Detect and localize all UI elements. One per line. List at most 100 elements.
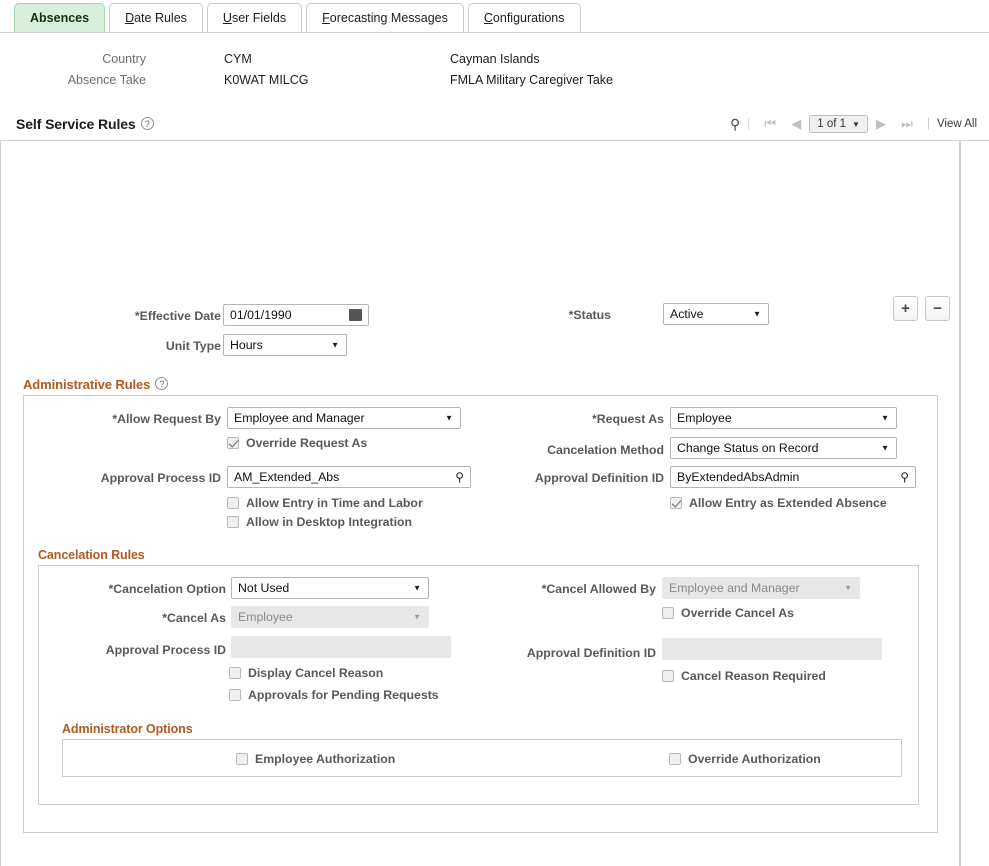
override-request-as-label: Override Request As — [246, 436, 368, 450]
approval-definition-id-input[interactable]: ByExtendedAbsAdmin ⚲ — [670, 466, 916, 488]
page-indicator-label: 1 of 1 — [817, 118, 847, 130]
request-as-select[interactable]: Employee ▼ — [670, 407, 897, 429]
approvals-pending-requests-label: Approvals for Pending Requests — [248, 688, 439, 702]
tab-user-fields-label: ser Fields — [231, 11, 287, 25]
cancel-reason-required-label: Cancel Reason Required — [681, 669, 826, 683]
cancelation-approval-definition-id-label: Approval Definition ID — [526, 646, 656, 660]
tab-configurations[interactable]: Configurations — [467, 3, 581, 32]
cancel-allowed-by-value: Employee and Manager — [669, 581, 800, 595]
tab-user-fields[interactable]: User Fields — [206, 3, 303, 32]
display-cancel-reason-checkbox[interactable]: Display Cancel Reason — [229, 666, 383, 680]
tab-absences[interactable]: Absences — [14, 3, 106, 32]
header-context-fields: Country CYM Cayman Islands Absence Take … — [0, 45, 989, 95]
self-service-rules-title: Self Service Rules? — [16, 116, 154, 132]
chevron-down-icon: ▼ — [413, 583, 421, 593]
approval-definition-id-label: Approval Definition ID — [534, 471, 664, 485]
tab-date-rules[interactable]: Date Rules — [109, 3, 203, 32]
cancelation-option-label: *Cancelation Option — [108, 582, 226, 596]
add-row-button[interactable]: + — [893, 296, 918, 321]
status-value: Active — [670, 307, 704, 321]
cancelation-rules-title: Cancelation Rules — [38, 548, 145, 562]
absence-take-label: Absence Take — [67, 73, 146, 87]
override-request-as-checkbox[interactable]: Override Request As — [227, 436, 367, 450]
approval-process-id-input[interactable]: AM_Extended_Abs ⚲ — [227, 466, 471, 488]
override-cancel-as-checkbox[interactable]: Override Cancel As — [662, 606, 794, 620]
status-select[interactable]: Active ▼ — [663, 303, 769, 325]
tab-configurations-accel: C — [483, 11, 493, 25]
cancel-as-value: Employee — [238, 610, 293, 624]
unit-type-value: Hours — [230, 338, 263, 352]
page-indicator[interactable]: 1 of 1 ▼ — [809, 115, 868, 133]
cancel-reason-required-checkbox[interactable]: Cancel Reason Required — [662, 669, 826, 683]
country-label: Country — [102, 52, 146, 66]
allow-desktop-integration-checkbox[interactable]: Allow in Desktop Integration — [227, 515, 412, 529]
allow-request-by-select[interactable]: Employee and Manager ▼ — [227, 407, 461, 429]
allow-entry-extended-absence-label: Allow Entry as Extended Absence — [689, 496, 887, 510]
peoplesoft-self-service-rules-page: Absences Date Rules User Fields Forecast… — [0, 0, 989, 866]
display-cancel-reason-label: Display Cancel Reason — [248, 666, 384, 680]
administrative-rules-title: Administrative Rules? — [23, 377, 169, 392]
approvals-pending-requests-checkbox[interactable]: Approvals for Pending Requests — [229, 688, 439, 702]
request-as-label: *Request As — [592, 412, 664, 426]
cancelation-method-label: Cancelation Method — [547, 443, 664, 457]
employee-authorization-label: Employee Authorization — [255, 752, 396, 766]
cancelation-approval-process-id-input — [231, 636, 451, 658]
chevron-down-icon: ▼ — [753, 309, 761, 319]
checkbox-icon — [227, 516, 239, 528]
employee-authorization-checkbox[interactable]: Employee Authorization — [236, 752, 395, 766]
tab-absences-label: Absences — [30, 11, 90, 25]
next-page-icon[interactable]: ▶ — [868, 116, 894, 132]
allow-request-by-label: *Allow Request By — [112, 412, 221, 426]
chevron-down-icon: ▼ — [445, 413, 453, 423]
help-icon[interactable]: ? — [155, 377, 169, 390]
absence-take-value: K0WAT MILCG — [224, 73, 309, 87]
effective-date-label: *Effective Date — [134, 309, 221, 323]
view-all-link[interactable]: View All — [937, 118, 977, 130]
administrative-rules-title-text: Administrative Rules — [23, 377, 151, 392]
checkbox-icon — [669, 753, 681, 765]
request-as-value: Employee — [677, 411, 732, 425]
cancelation-approval-process-id-label: Approval Process ID — [105, 643, 226, 657]
cancel-as-label: *Cancel As — [162, 611, 226, 625]
last-page-icon[interactable]: ⏭ — [894, 116, 920, 132]
tab-user-fields-accel: U — [222, 11, 232, 25]
tab-forecasting-messages-accel: F — [322, 11, 330, 25]
tab-configurations-label: onfigurations — [492, 11, 565, 25]
tab-strip: Absences Date Rules User Fields Forecast… — [0, 0, 989, 33]
cancelation-method-select[interactable]: Change Status on Record ▼ — [670, 437, 897, 459]
lookup-search-icon[interactable]: ⚲ — [455, 470, 464, 484]
header-row-absence-take: Absence Take K0WAT MILCG FMLA Military C… — [0, 73, 989, 94]
unit-type-label: Unit Type — [165, 339, 221, 353]
country-description: Cayman Islands — [450, 52, 540, 66]
absence-take-description: FMLA Military Caregiver Take — [450, 73, 614, 87]
nav-divider-2: | — [926, 118, 930, 130]
calendar-icon[interactable] — [349, 309, 362, 321]
effective-dated-row-frame: *Effective Date 01/01/1990 Unit Type Hou… — [0, 141, 960, 866]
help-icon[interactable]: ? — [140, 117, 154, 130]
override-authorization-checkbox[interactable]: Override Authorization — [669, 752, 821, 766]
allow-request-by-value: Employee and Manager — [234, 411, 365, 425]
allow-entry-time-labor-checkbox[interactable]: Allow Entry in Time and Labor — [227, 496, 423, 510]
checkbox-icon — [229, 667, 241, 679]
allow-entry-extended-absence-checkbox[interactable]: Allow Entry as Extended Absence — [670, 496, 887, 510]
status-label: *Status — [568, 308, 611, 322]
first-page-icon[interactable]: ⏮ — [757, 116, 783, 132]
tab-date-rules-accel: D — [125, 11, 135, 25]
search-icon[interactable]: ⚲ — [730, 116, 740, 133]
delete-row-button[interactable]: − — [925, 296, 950, 321]
unit-type-select[interactable]: Hours ▼ — [223, 334, 347, 356]
chevron-down-icon: ▼ — [852, 119, 860, 129]
chevron-down-icon: ▼ — [844, 583, 852, 593]
self-service-rules-group-bar: Self Service Rules? ⚲ | ⏮ ◀ 1 of 1 ▼ ▶ ⏭… — [0, 110, 989, 141]
lookup-search-icon[interactable]: ⚲ — [900, 470, 909, 484]
cancelation-option-select[interactable]: Not Used ▼ — [231, 577, 429, 599]
country-value: CYM — [224, 52, 252, 66]
tab-forecasting-messages[interactable]: Forecasting Messages — [306, 3, 464, 32]
cancelation-method-value: Change Status on Record — [677, 441, 819, 455]
previous-page-icon[interactable]: ◀ — [783, 116, 809, 132]
checkbox-icon — [229, 689, 241, 701]
approval-definition-id-value: ByExtendedAbsAdmin — [677, 470, 800, 484]
allow-entry-time-labor-label: Allow Entry in Time and Labor — [246, 496, 423, 510]
chevron-down-icon: ▼ — [881, 443, 889, 453]
effective-date-input[interactable]: 01/01/1990 — [223, 304, 369, 326]
